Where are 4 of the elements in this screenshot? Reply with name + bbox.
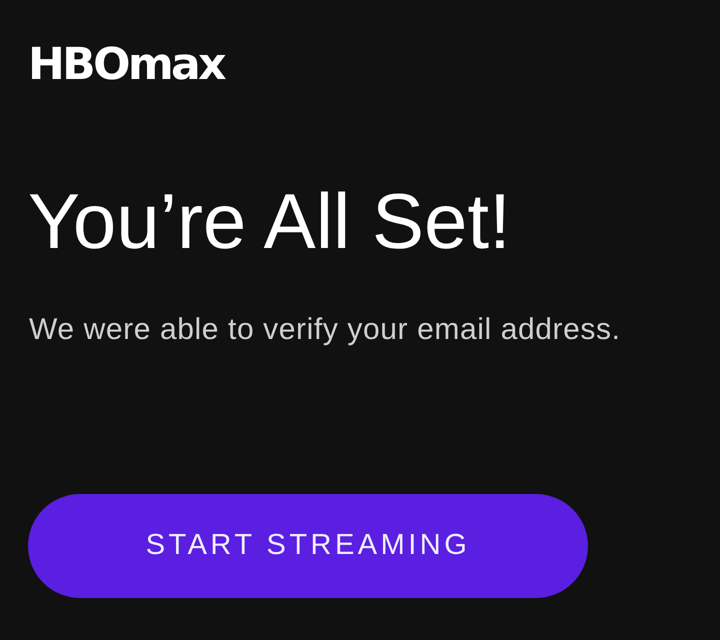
logo: HBOmax (28, 44, 224, 86)
confirmation-message: We were able to verify your email address. (29, 312, 621, 348)
start-streaming-button[interactable]: START STREAMING (28, 494, 588, 598)
page-heading: You’re All Set! (28, 178, 511, 264)
